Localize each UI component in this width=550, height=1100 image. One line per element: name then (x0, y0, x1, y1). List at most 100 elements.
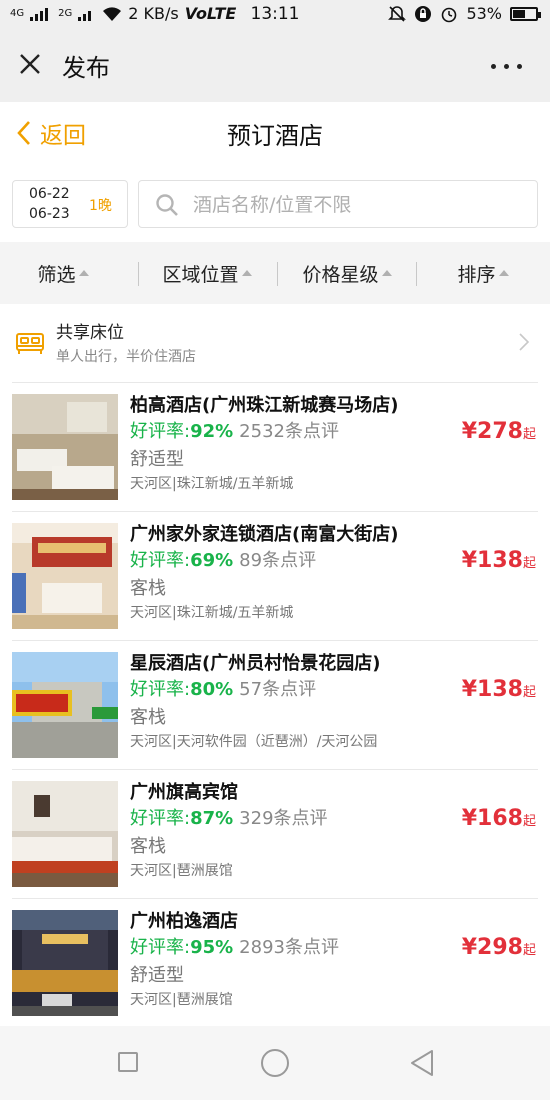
rating-value: 95% (190, 937, 234, 958)
hotel-rating: 好评率:80% 57条点评 (130, 675, 316, 701)
price-suffix: 起 (522, 943, 536, 958)
filter-tab-area[interactable]: 区域位置 (148, 242, 266, 304)
review-count: 57条点评 (239, 679, 317, 700)
page-header: 返回 预订酒店 (0, 102, 550, 164)
rating-label: 好评率: (130, 937, 191, 958)
price-suffix: 起 (522, 814, 536, 829)
battery-fill (513, 9, 525, 18)
hotel-photo (12, 394, 118, 500)
hotel-photo (12, 652, 118, 758)
more-icon[interactable] (491, 64, 522, 69)
hotel-rating: 好评率:87% 329条点评 (130, 804, 328, 830)
hotel-list-area: 共享床位 单人出行，半价住酒店 柏高酒店(广州珠江新城赛马场店) 好评率:92%… (0, 304, 550, 1026)
hotel-name: 广州柏逸酒店 (130, 911, 238, 932)
price-value: ¥298 (461, 935, 523, 960)
hotel-photo (12, 910, 118, 1016)
hotel-rating: 好评率:92% 2532条点评 (130, 417, 339, 443)
divider (416, 262, 417, 286)
filter-label: 排序 (457, 263, 496, 286)
sort-arrow-icon (381, 270, 392, 276)
hotel-price: ¥138起 (462, 548, 536, 573)
price-suffix: 起 (522, 427, 536, 442)
filter-label: 区域位置 (162, 263, 239, 286)
sort-arrow-icon (78, 270, 89, 276)
check-out-date: 06-23 (29, 206, 70, 222)
rating-label: 好评率: (130, 550, 191, 571)
filter-tab-screen[interactable]: 筛选 (14, 242, 112, 304)
search-input[interactable] (191, 187, 525, 223)
wechat-title: 发布 (62, 54, 110, 82)
hotel-item[interactable]: 广州家外家连锁酒店(南富大街店) 好评率:69% 89条点评 客栈 天河区|珠江新… (0, 512, 550, 640)
hotel-item[interactable]: 柏高酒店(广州珠江新城赛马场店) 好评率:92% 2532条点评 舒适型 天河区|… (0, 383, 550, 511)
status-bar: 4G 2G 2 KB/s VoLTE 13:11 53% (0, 0, 550, 30)
review-count: 2893条点评 (239, 937, 339, 958)
hotel-item[interactable]: 广州柏逸酒店 好评率:95% 2893条点评 舒适型 天河区|琶洲展馆 ¥298起 (0, 899, 550, 1027)
hotel-rating: 好评率:95% 2893条点评 (130, 933, 339, 959)
nav-home-icon[interactable] (261, 1049, 289, 1077)
divider (138, 262, 139, 286)
hotel-name: 广州旗高宾馆 (130, 782, 238, 803)
hotel-item[interactable]: 星辰酒店(广州员村怡景花园店) 好评率:80% 57条点评 客栈 天河区|天河软件… (0, 641, 550, 769)
hotel-photo (12, 523, 118, 629)
search-icon (156, 194, 178, 216)
hotel-type: 客栈 (130, 578, 166, 599)
price-value: ¥168 (461, 806, 523, 831)
close-icon[interactable] (16, 50, 44, 78)
sort-arrow-icon (498, 270, 509, 276)
hotel-price: ¥278起 (462, 419, 536, 444)
page-title: 预订酒店 (227, 122, 323, 150)
hotel-price: ¥168起 (462, 806, 536, 831)
bed-icon (16, 333, 44, 354)
filter-tab-price[interactable]: 价格星级 (288, 242, 406, 304)
price-value: ¥138 (461, 677, 523, 702)
status-right: 53% (388, 4, 541, 23)
hotel-location: 天河区|琶洲展馆 (130, 992, 233, 1008)
filter-label: 价格星级 (302, 263, 379, 286)
search-row: 06-22 06-23 1晚 (0, 164, 550, 242)
hotel-type: 舒适型 (130, 449, 184, 470)
chevron-right-icon (519, 333, 530, 351)
sort-arrow-icon (241, 270, 252, 276)
filter-label: 筛选 (37, 263, 76, 286)
alarm-icon (442, 7, 457, 22)
mute-icon (388, 5, 407, 22)
hotel-location: 天河区|珠江新城/五羊新城 (130, 605, 294, 621)
hotel-price: ¥298起 (462, 935, 536, 960)
hotel-location: 天河区|天河软件园（近琶洲）/天河公园 (130, 734, 378, 750)
rating-label: 好评率: (130, 679, 191, 700)
nights-count: 1晚 (89, 198, 112, 214)
divider (277, 262, 278, 286)
review-count: 329条点评 (239, 808, 328, 829)
hotel-location: 天河区|珠江新城/五羊新城 (130, 476, 294, 492)
hotel-rating: 好评率:69% 89条点评 (130, 546, 316, 572)
review-count: 89条点评 (239, 550, 317, 571)
wechat-header: 发布 (0, 30, 550, 102)
hotel-type: 客栈 (130, 707, 166, 728)
hotel-item[interactable]: 广州旗高宾馆 好评率:87% 329条点评 客栈 天河区|琶洲展馆 ¥168起 (0, 770, 550, 898)
filter-bar: 筛选 区域位置 价格星级 排序 (0, 242, 550, 304)
hotel-name: 星辰酒店(广州员村怡景花园店) (130, 653, 381, 674)
filter-tab-sort[interactable]: 排序 (428, 242, 538, 304)
hotel-name: 广州家外家连锁酒店(南富大街店) (130, 524, 399, 545)
price-value: ¥138 (461, 548, 523, 573)
battery-icon (510, 6, 541, 21)
price-suffix: 起 (522, 685, 536, 700)
hotel-type: 舒适型 (130, 965, 184, 986)
battery-percent: 53% (466, 4, 502, 23)
nav-recents-icon[interactable] (118, 1052, 138, 1072)
hotel-price: ¥138起 (462, 677, 536, 702)
rotation-lock-icon (415, 5, 432, 22)
share-subtitle: 单人出行，半价住酒店 (56, 349, 196, 365)
date-selector[interactable]: 06-22 06-23 1晚 (12, 180, 128, 228)
hotel-type: 客栈 (130, 836, 166, 857)
check-in-date: 06-22 (29, 186, 70, 202)
rating-label: 好评率: (130, 808, 191, 829)
rating-value: 80% (190, 679, 234, 700)
rating-value: 69% (190, 550, 234, 571)
search-box[interactable] (138, 180, 538, 228)
hotel-name: 柏高酒店(广州珠江新城赛马场店) (130, 395, 399, 416)
price-suffix: 起 (522, 556, 536, 571)
share-bed-banner[interactable]: 共享床位 单人出行，半价住酒店 (0, 304, 550, 382)
review-count: 2532条点评 (239, 421, 339, 442)
nav-back-icon[interactable] (408, 1048, 436, 1078)
